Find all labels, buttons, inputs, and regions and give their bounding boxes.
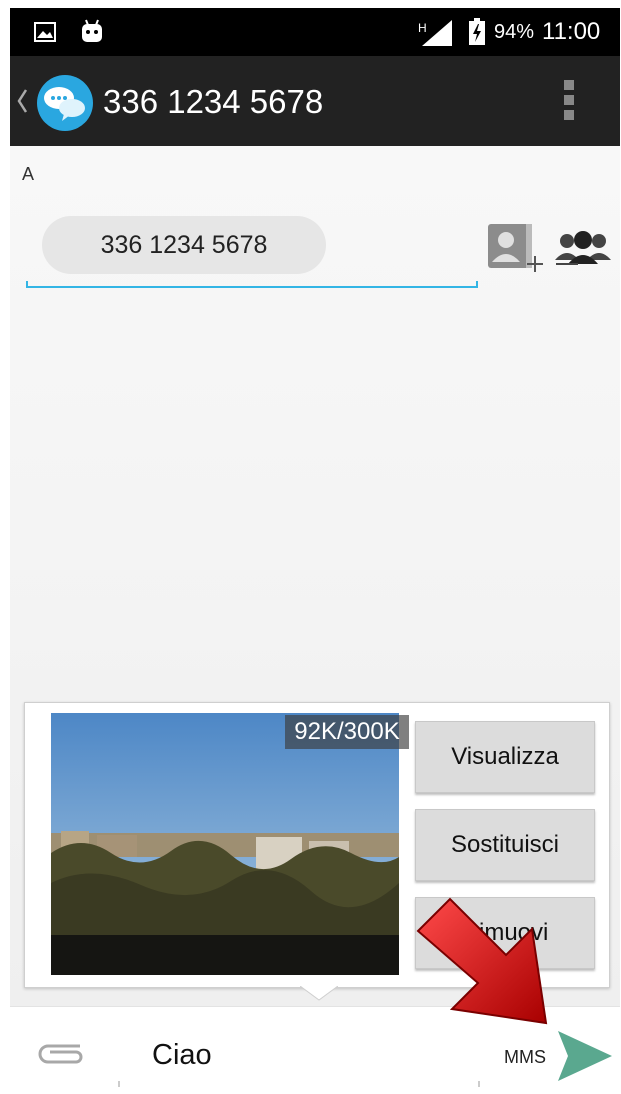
messaging-app-icon	[37, 75, 93, 131]
replace-button[interactable]: Sostituisci	[415, 809, 595, 881]
compose-area: A 336 1234 5678 92K/300K Visualizza Sost…	[10, 146, 620, 1006]
up-navigation-button[interactable]	[10, 56, 100, 146]
underline-right-tick	[476, 281, 478, 288]
message-input[interactable]: Ciao	[118, 1023, 480, 1087]
android-notification-icon	[82, 19, 102, 42]
signal-icon	[422, 20, 452, 46]
back-chevron-icon	[17, 89, 28, 113]
image-notification-icon	[34, 22, 56, 42]
status-bar: H 94% 11:00	[10, 8, 620, 56]
screen: H 94% 11:00 336 1234 5678 A 336 1234 567…	[0, 0, 621, 1094]
panel-pointer	[300, 986, 338, 1001]
input-left-tick	[118, 1081, 120, 1087]
overflow-menu-button[interactable]	[550, 76, 590, 126]
paperclip-icon[interactable]	[36, 1041, 84, 1067]
annotation-arrow-icon	[416, 897, 548, 1025]
mms-indicator: MMS	[504, 1047, 546, 1067]
add-contact-icon[interactable]	[486, 222, 544, 274]
underline-left-tick	[26, 281, 28, 288]
message-text: Ciao	[152, 1039, 212, 1071]
recipient-chip[interactable]: 336 1234 5678	[42, 216, 326, 274]
battery-charging-icon	[469, 18, 485, 45]
send-icon[interactable]	[556, 1029, 614, 1083]
attached-image-thumbnail[interactable]	[51, 713, 399, 975]
clock: 11:00	[542, 18, 601, 45]
recipient-label: A	[22, 164, 35, 184]
attachment-size-label: 92K/300K	[285, 715, 409, 749]
view-button[interactable]: Visualizza	[415, 721, 595, 793]
group-contacts-icon[interactable]	[554, 228, 612, 268]
action-bar: 336 1234 5678	[10, 56, 620, 146]
overflow-menu-icon	[564, 80, 574, 120]
input-underline	[26, 286, 478, 288]
conversation-title: 336 1234 5678	[103, 83, 324, 120]
recipient-field[interactable]: 336 1234 5678	[26, 206, 478, 294]
input-right-tick	[478, 1081, 480, 1087]
battery-percent: 94%	[494, 21, 535, 43]
